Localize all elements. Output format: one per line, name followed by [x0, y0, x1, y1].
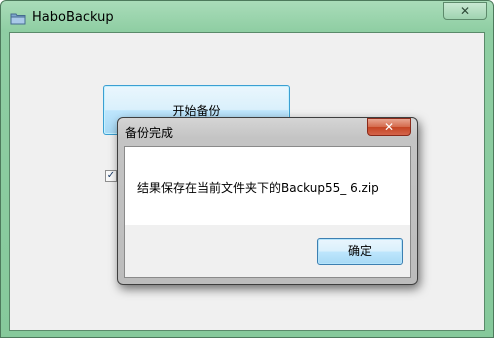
- dialog-title: 备份完成: [125, 126, 174, 140]
- window-title: HaboBackup: [32, 10, 114, 25]
- ok-button-label: 确定: [347, 244, 372, 258]
- close-icon: ✕: [459, 4, 471, 18]
- window-close-button[interactable]: ✕: [443, 2, 487, 20]
- dialog-close-button[interactable]: ✕: [367, 118, 411, 136]
- start-backup-label: 开始备份: [172, 104, 221, 118]
- close-icon: ✕: [383, 120, 395, 134]
- dialog-body: 结果保存在当前文件夹下的Backup55_ 6.zip 确定: [124, 146, 411, 278]
- check-icon: ✓: [106, 170, 116, 181]
- option-checkbox[interactable]: ✓: [105, 170, 117, 182]
- message-area: 结果保存在当前文件夹下的Backup55_ 6.zip: [125, 147, 410, 225]
- ok-button[interactable]: 确定: [317, 238, 403, 265]
- title-bar[interactable]: HaboBackup ✕: [1, 1, 493, 33]
- dialog-message: 结果保存在当前文件夹下的Backup55_ 6.zip: [137, 181, 379, 195]
- folder-icon: [10, 10, 26, 25]
- backup-complete-dialog: 备份完成 ✕ 结果保存在当前文件夹下的Backup55_ 6.zip 确定: [117, 117, 418, 285]
